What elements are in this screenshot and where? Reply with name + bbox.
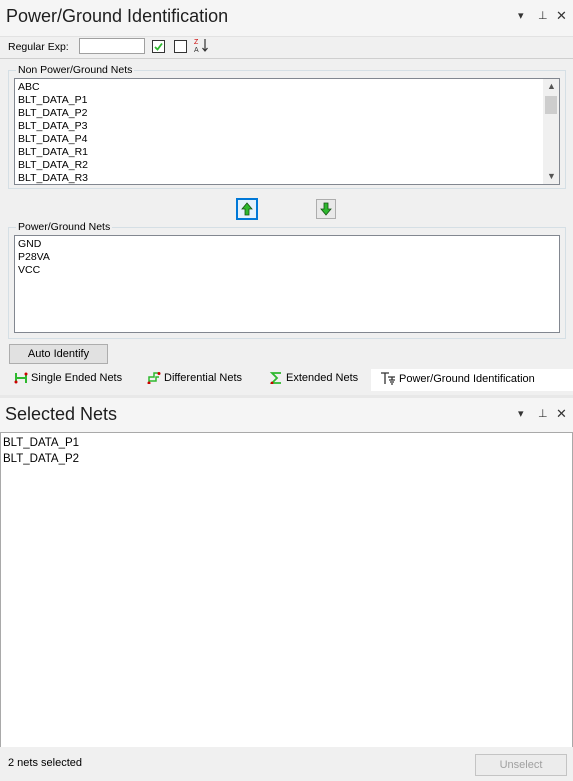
pg-list[interactable]: GND P28VA VCC [14, 235, 560, 333]
selected-rows: BLT_DATA_P1 BLT_DATA_P2 [1, 433, 572, 467]
scroll-up-icon[interactable]: ▲ [547, 81, 556, 91]
tab-extended-nets[interactable]: Extended Nets [269, 372, 358, 384]
move-down-button[interactable] [316, 199, 336, 219]
non-pg-list[interactable]: ABC BLT_DATA_P1 BLT_DATA_P2 BLT_DATA_P3 … [14, 78, 560, 185]
unchecked-checkbox[interactable] [174, 40, 187, 53]
single-ended-icon [14, 372, 28, 384]
scroll-thumb[interactable] [545, 96, 557, 114]
pin-icon[interactable]: ⊥ [538, 407, 548, 420]
auto-identify-button[interactable]: Auto Identify [9, 344, 108, 364]
pane-menu-icon[interactable]: ▾ [518, 9, 524, 22]
differential-icon [147, 372, 161, 384]
list-item[interactable]: GND [15, 238, 559, 251]
selected-pane-title: Selected Nets [5, 404, 118, 424]
list-item[interactable]: BLT_DATA_P2 [1, 451, 572, 467]
list-item[interactable]: BLT_DATA_P2 [15, 107, 541, 120]
checkmark-icon [154, 42, 163, 51]
regex-label: Regular Exp: [8, 41, 69, 53]
non-pg-label: Non Power/Ground Nets [16, 64, 135, 76]
list-item[interactable]: BLT_DATA_R3 [15, 172, 541, 184]
list-item[interactable]: BLT_DATA_P3 [15, 120, 541, 133]
list-item[interactable]: BLT_DATA_R1 [15, 146, 541, 159]
sort-az-icon[interactable]: ZA [194, 37, 208, 54]
pg-rows: GND P28VA VCC [15, 236, 559, 277]
arrow-down-icon [320, 202, 332, 216]
extended-icon [269, 372, 281, 384]
tab-label: Differential Nets [164, 372, 243, 384]
list-item[interactable]: P28VA [15, 251, 559, 264]
tab-differential-nets[interactable]: Differential Nets [147, 372, 242, 384]
pg-label: Power/Ground Nets [16, 221, 113, 233]
list-item[interactable]: BLT_DATA_P4 [15, 133, 541, 146]
svg-text:A: A [194, 47, 199, 53]
close-icon[interactable]: ✕ [556, 8, 567, 24]
pin-icon[interactable]: ⊥ [538, 9, 548, 22]
pane-title: Power/Ground Identification [6, 6, 229, 26]
power-ground-icon [381, 372, 395, 385]
move-up-button[interactable] [236, 198, 258, 220]
list-item[interactable]: BLT_DATA_R2 [15, 159, 541, 172]
svg-text:Z: Z [194, 39, 199, 46]
divider [0, 58, 573, 59]
list-item[interactable]: VCC [15, 264, 559, 277]
tab-single-ended-nets[interactable]: Single Ended Nets [14, 372, 122, 384]
arrow-up-icon [241, 202, 253, 216]
tab-label: Power/Ground Identification [399, 372, 535, 385]
list-item[interactable]: ABC [15, 81, 541, 94]
checked-checkbox[interactable] [152, 40, 165, 53]
unselect-button[interactable]: Unselect [475, 754, 567, 776]
close-icon[interactable]: ✕ [556, 406, 567, 422]
pane-menu-icon[interactable]: ▾ [518, 407, 524, 420]
scroll-down-icon[interactable]: ▼ [547, 171, 556, 181]
status-text: 2 nets selected [8, 757, 82, 769]
tab-label: Extended Nets [286, 372, 359, 384]
selected-nets-list[interactable]: BLT_DATA_P1 BLT_DATA_P2 [0, 432, 573, 748]
tab-power-ground-identification[interactable]: Power/Ground Identification [380, 372, 535, 385]
list-item[interactable]: BLT_DATA_P1 [15, 94, 541, 107]
tab-label: Single Ended Nets [31, 372, 123, 384]
regex-input[interactable] [79, 38, 145, 54]
list-item[interactable]: BLT_DATA_P1 [1, 435, 572, 451]
non-pg-rows: ABC BLT_DATA_P1 BLT_DATA_P2 BLT_DATA_P3 … [15, 81, 541, 184]
vertical-scrollbar[interactable]: ▲ ▼ [543, 79, 559, 184]
